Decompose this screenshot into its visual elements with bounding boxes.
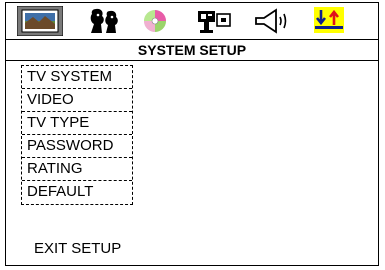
menu-item-tv-system[interactable]: TV SYSTEM [22,66,132,89]
setup-window: SYSTEM SETUP TV SYSTEM VIDEO TV TYPE PAS… [5,2,379,266]
page-title: SYSTEM SETUP [6,40,378,61]
menu-item-tv-type[interactable]: TV TYPE [22,112,132,135]
menu-item-rating[interactable]: RATING [22,158,132,181]
preference-arrows-icon [314,7,344,33]
tab-disc[interactable] [140,6,170,36]
setup-tab-bar [6,3,378,40]
menu-item-default[interactable]: DEFAULT [22,181,132,204]
tab-audio[interactable] [252,6,292,36]
disc-icon [144,10,166,32]
audio-speaker-icon [255,8,287,34]
people-icon [90,8,118,34]
menu-item-password[interactable]: PASSWORD [22,135,132,158]
speaker-settings-icon [198,11,231,33]
menu-item-video[interactable]: VIDEO [22,89,132,112]
exit-setup-button[interactable]: EXIT SETUP [34,240,121,258]
setup-menu: TV SYSTEM VIDEO TV TYPE PASSWORD RATING … [21,65,133,205]
tv-picture-icon [17,6,63,36]
tab-speaker-settings[interactable] [195,6,233,36]
tab-preference[interactable] [312,6,346,36]
tab-tv-system[interactable] [17,6,63,36]
tab-people[interactable] [86,6,122,36]
